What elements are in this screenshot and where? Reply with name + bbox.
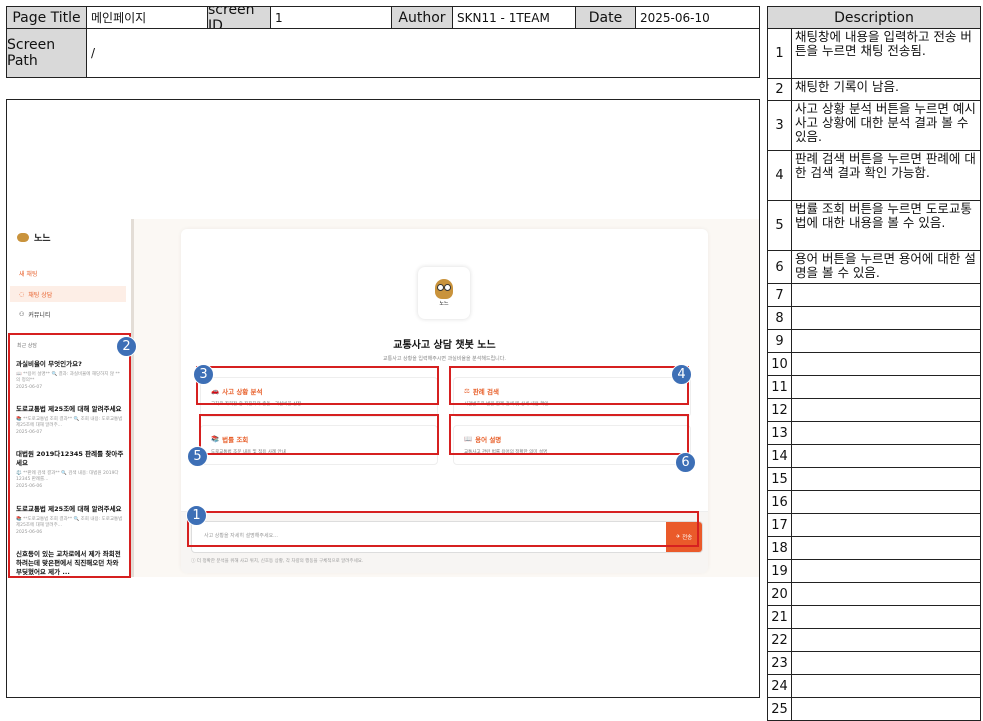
sidebar-item-label: 커뮤니티 — [28, 311, 51, 319]
sidebar-item-chat[interactable]: ◌ 채팅 상담 — [10, 286, 126, 302]
logo-text: 노느 — [34, 234, 51, 244]
page-title-label: Page Title — [6, 6, 87, 29]
description-row-text: 채팅한 기록이 남음. — [791, 78, 981, 101]
description-row-number: 13 — [767, 421, 792, 445]
description-row-text — [791, 467, 981, 491]
description-row-text — [791, 421, 981, 445]
description-row-number: 16 — [767, 490, 792, 514]
owl-logo-icon — [17, 233, 29, 242]
main-subtitle: 교통사고 상황을 입력해주시면 과실비율을 분석해드립니다. — [383, 356, 506, 362]
author-value: SKN11 - 1TEAM — [452, 6, 576, 29]
community-icon: ⚇ — [19, 310, 25, 318]
sidebar-logo[interactable]: 노느 — [17, 231, 51, 244]
description-row-number: 2 — [767, 78, 792, 101]
annotation-box-6 — [449, 414, 689, 455]
screen-id-label: screen ID — [207, 6, 271, 29]
description-row-number: 24 — [767, 674, 792, 698]
description-row-number: 19 — [767, 559, 792, 583]
description-row-text — [791, 582, 981, 606]
description-row-number: 23 — [767, 651, 792, 675]
description-row-text — [791, 375, 981, 399]
description-row-text: 용어 버튼을 누르면 용어에 대한 설명을 볼 수 있음. — [791, 250, 981, 284]
description-row-number: 22 — [767, 628, 792, 652]
description-row-number: 10 — [767, 352, 792, 376]
description-row-number: 6 — [767, 250, 792, 284]
description-row-number: 18 — [767, 536, 792, 560]
description-row-text — [791, 536, 981, 560]
sidebar-item-label: 채팅 상담 — [28, 291, 53, 299]
annotation-box-2 — [8, 333, 131, 578]
description-row-number: 15 — [767, 467, 792, 491]
main-logo: 노느 — [418, 267, 470, 319]
description-row-text — [791, 605, 981, 629]
date-label: Date — [575, 6, 636, 29]
screen-path-value: / — [86, 28, 760, 78]
main-title: 교통사고 상담 챗봇 노느 — [393, 340, 496, 351]
input-hint: ⓘ 더 정확한 분석을 위해 사고 위치, 신호등 상황, 각 차량의 행동을 … — [191, 559, 364, 564]
annotation-badge-1: 1 — [186, 505, 207, 526]
annotation-badge-2: 2 — [116, 336, 137, 357]
description-row-number: 9 — [767, 329, 792, 353]
description-row-number: 14 — [767, 444, 792, 468]
description-row-number: 17 — [767, 513, 792, 537]
new-chat-link[interactable]: 새 채팅 — [19, 269, 37, 278]
description-row-text — [791, 513, 981, 537]
description-row-text — [791, 651, 981, 675]
description-row-number: 12 — [767, 398, 792, 422]
description-row-text — [791, 398, 981, 422]
annotation-box-5 — [199, 414, 439, 455]
page-title-value: 메인페이지 — [86, 6, 208, 29]
description-row-text — [791, 674, 981, 698]
sidebar-item-community[interactable]: ⚇ 커뮤니티 — [10, 306, 126, 322]
description-row-number: 20 — [767, 582, 792, 606]
annotation-box-1 — [187, 511, 699, 547]
description-row-number: 1 — [767, 28, 792, 79]
description-row-text — [791, 559, 981, 583]
description-row-number: 4 — [767, 150, 792, 201]
screen-id-value: 1 — [270, 6, 392, 29]
description-row-text: 사고 상황 분석 버튼을 누르면 예시 사고 상황에 대한 분석 결과 볼 수 … — [791, 100, 981, 151]
annotation-box-3 — [196, 366, 439, 405]
description-row-text: 채팅창에 내용을 입력하고 전송 버튼을 누르면 채팅 전송됨. — [791, 28, 981, 79]
description-row-text — [791, 283, 981, 307]
description-row-text — [791, 490, 981, 514]
date-value: 2025-06-10 — [635, 6, 760, 29]
description-row-text: 법률 조회 버튼을 누르면 도로교통법에 대한 내용을 볼 수 있음. — [791, 200, 981, 251]
owl-icon — [435, 279, 453, 299]
annotation-badge-3: 3 — [193, 364, 214, 385]
description-row-number: 7 — [767, 283, 792, 307]
annotation-badge-5: 5 — [187, 446, 208, 467]
description-row-number: 11 — [767, 375, 792, 399]
description-row-number: 5 — [767, 200, 792, 251]
description-row-text — [791, 329, 981, 353]
description-row-text: 판례 검색 버튼을 누르면 판례에 대한 검색 결과 확인 가능함. — [791, 150, 981, 201]
annotation-badge-6: 6 — [675, 452, 696, 473]
annotation-box-4 — [449, 366, 689, 405]
description-row-text — [791, 306, 981, 330]
chat-icon: ◌ — [19, 290, 25, 298]
author-label: Author — [391, 6, 453, 29]
description-header: Description — [767, 6, 981, 29]
description-row-number: 3 — [767, 100, 792, 151]
description-row-text — [791, 444, 981, 468]
description-row-number: 21 — [767, 605, 792, 629]
description-row-number: 8 — [767, 306, 792, 330]
description-row-text — [791, 628, 981, 652]
description-row-text — [791, 352, 981, 376]
owl-label: 노느 — [439, 301, 449, 307]
screen-path-label: Screen Path — [6, 28, 87, 78]
annotation-badge-4: 4 — [671, 364, 692, 385]
